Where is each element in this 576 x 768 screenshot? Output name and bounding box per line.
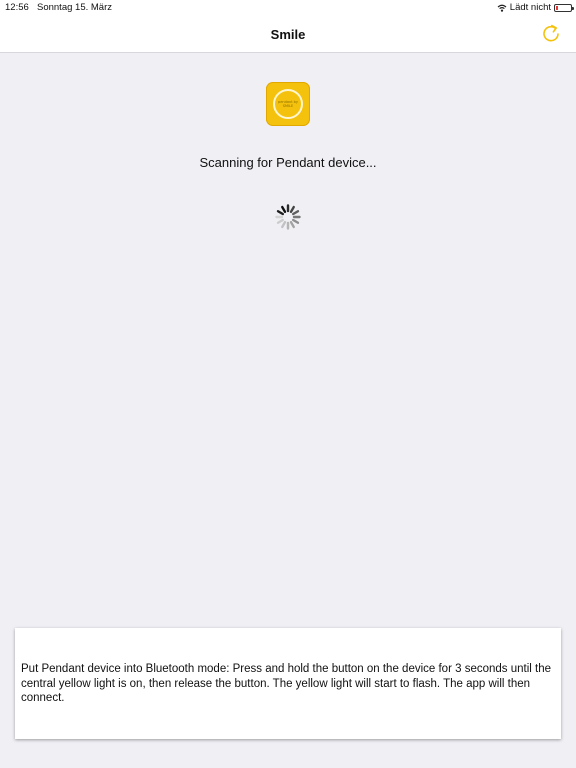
instruction-card: Put Pendant device into Bluetooth mode: … — [15, 628, 561, 739]
page-title: Smile — [270, 27, 306, 42]
status-time: 12:56 — [5, 2, 29, 13]
battery-level — [556, 5, 558, 10]
nav-bar: Smile — [0, 16, 576, 53]
status-indicators: Lädt nicht — [497, 2, 574, 13]
status-date: Sonntag 15. März — [37, 2, 112, 13]
refresh-icon — [543, 24, 559, 42]
charging-status: Lädt nicht — [509, 2, 551, 13]
wifi-icon — [497, 4, 507, 12]
app-logo-ring: pendant by SMILE — [273, 89, 303, 119]
instruction-text: Put Pendant device into Bluetooth mode: … — [21, 663, 551, 704]
activity-spinner-icon — [275, 204, 301, 230]
app-logo-text: pendant by SMILE — [278, 100, 298, 108]
refresh-button[interactable] — [540, 23, 562, 45]
battery-icon — [554, 3, 574, 12]
scanning-status: Scanning for Pendant device... — [199, 155, 377, 170]
app-logo: pendant by SMILE — [266, 82, 310, 126]
status-bar: 12:56 Sonntag 15. März Lädt nicht — [0, 0, 576, 16]
